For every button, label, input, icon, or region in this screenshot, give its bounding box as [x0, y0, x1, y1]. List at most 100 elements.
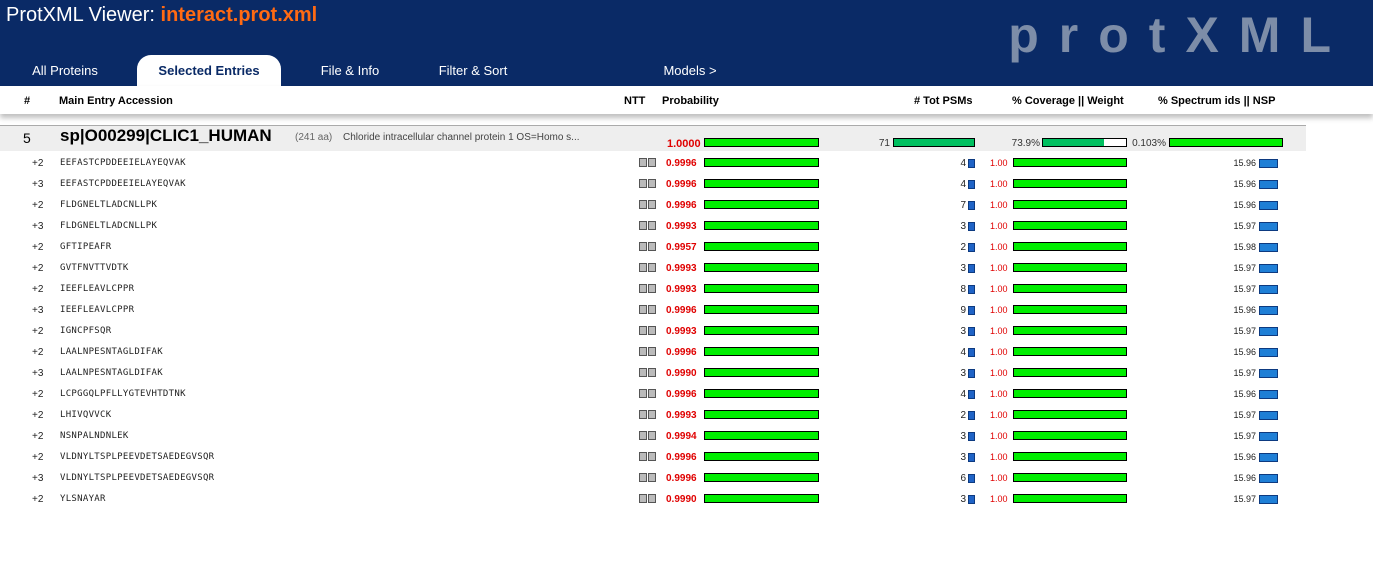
peptide-probability-fill — [705, 411, 818, 418]
peptide-row[interactable]: +2 IGNCPFSQR 0.9993 3 1.00 15.97 — [0, 322, 1306, 343]
peptide-psm-count: 9 — [960, 305, 966, 316]
peptide-sequence[interactable]: NSNPALNDNLEK — [60, 431, 129, 441]
protein-row[interactable]: 5 sp|O00299|CLIC1_HUMAN (241 aa) Chlorid… — [0, 125, 1306, 151]
protein-coverage: 73.9% — [1011, 138, 1040, 149]
peptide-nsp-bar — [1259, 390, 1278, 399]
peptide-row[interactable]: +3 EEFASTCPDDEEIELAYEQVAK 0.9996 4 1.00 15.96 — [0, 175, 1306, 196]
peptide-nsp: 15.96 — [1233, 473, 1256, 483]
ntt-indicator-icon — [639, 452, 657, 461]
tab-filter-sort[interactable]: Filter & Sort — [425, 55, 521, 86]
ntt-indicator-icon — [639, 410, 657, 419]
tab-all-proteins[interactable]: All Proteins — [15, 55, 115, 86]
peptide-sequence[interactable]: LHIVQVVCK — [60, 410, 111, 420]
peptide-psm-bar — [968, 432, 975, 441]
peptide-row[interactable]: +2 NSNPALNDNLEK 0.9994 3 1.00 15.97 — [0, 427, 1306, 448]
ntt-indicator-icon — [639, 326, 657, 335]
peptide-weight: 1.00 — [990, 389, 1008, 399]
protein-tot-psms: 71 — [878, 138, 890, 149]
peptide-weight-bar — [1013, 452, 1127, 461]
peptide-nsp-bar — [1259, 201, 1278, 210]
peptide-nsp-bar — [1259, 327, 1278, 336]
peptide-row[interactable]: +2 GVTFNVTTVDTK 0.9993 3 1.00 15.97 — [0, 259, 1306, 280]
col-spectrum-ids[interactable]: % Spectrum ids || NSP — [1158, 95, 1275, 107]
peptide-weight-bar — [1013, 158, 1127, 167]
peptide-sequence[interactable]: IEEFLEAVLCPPR — [60, 284, 134, 294]
peptide-sequence[interactable]: VLDNYLTSPLPEEVDETSAEDEGVSQR — [60, 473, 214, 483]
peptide-sequence[interactable]: IEEFLEAVLCPPR — [60, 305, 134, 315]
tab-selected-entries[interactable]: Selected Entries — [137, 55, 281, 86]
peptide-weight: 1.00 — [990, 431, 1008, 441]
protein-coverage-fill — [1043, 139, 1105, 146]
peptide-sequence[interactable]: LAALNPESNTAGLDIFAK — [60, 347, 163, 357]
protein-accession[interactable]: sp|O00299|CLIC1_HUMAN — [60, 126, 272, 146]
tab-file-info[interactable]: File & Info — [305, 55, 395, 86]
peptide-probability: 0.9996 — [666, 452, 697, 463]
peptide-row[interactable]: +2 GFTIPEAFR 0.9957 2 1.00 15.98 — [0, 238, 1306, 259]
peptide-row[interactable]: +2 FLDGNELTLADCNLLPK 0.9996 7 1.00 15.96 — [0, 196, 1306, 217]
peptide-sequence[interactable]: FLDGNELTLADCNLLPK — [60, 200, 157, 210]
peptide-sequence[interactable]: LAALNPESNTAGLDIFAK — [60, 368, 163, 378]
peptide-row[interactable]: +3 LAALNPESNTAGLDIFAK 0.9990 3 1.00 15.97 — [0, 364, 1306, 385]
peptide-psm-count: 3 — [960, 263, 966, 274]
peptide-row[interactable]: +3 VLDNYLTSPLPEEVDETSAEDEGVSQR 0.9996 6 1.00… — [0, 469, 1306, 490]
peptide-sequence[interactable]: IGNCPFSQR — [60, 326, 111, 336]
peptide-row[interactable]: +3 FLDGNELTLADCNLLPK 0.9993 3 1.00 15.97 — [0, 217, 1306, 238]
protein-probability-fill — [705, 139, 818, 146]
peptide-nsp-bar — [1259, 243, 1278, 252]
peptide-sequence[interactable]: FLDGNELTLADCNLLPK — [60, 221, 157, 231]
peptide-probability-bar — [704, 347, 819, 356]
peptide-sequence[interactable]: EEFASTCPDDEEIELAYEQVAK — [60, 179, 186, 189]
peptide-nsp: 15.96 — [1233, 179, 1256, 189]
ntt-indicator-icon — [639, 368, 657, 377]
peptide-sequence[interactable]: VLDNYLTSPLPEEVDETSAEDEGVSQR — [60, 452, 214, 462]
peptide-probability-bar — [704, 305, 819, 314]
peptide-row[interactable]: +2 YLSNAYAR 0.9990 3 1.00 15.97 — [0, 490, 1306, 511]
peptide-probability-fill — [705, 474, 818, 481]
peptide-sequence[interactable]: LCPGGQLPFLLYGTEVHTDTNK — [60, 389, 186, 399]
peptide-sequence[interactable]: YLSNAYAR — [60, 494, 106, 504]
col-ntt[interactable]: NTT — [624, 95, 645, 107]
protein-probability-bar — [704, 138, 819, 147]
col-tot-psms[interactable]: # Tot PSMs — [914, 95, 972, 107]
col-probability[interactable]: Probability — [662, 95, 719, 107]
peptide-row[interactable]: +2 IEEFLEAVLCPPR 0.9993 8 1.00 15.97 — [0, 280, 1306, 301]
peptide-weight-fill — [1014, 348, 1126, 355]
protein-probability: 1.0000 — [667, 138, 701, 150]
peptide-psm-bar — [968, 390, 975, 399]
peptide-weight-fill — [1014, 390, 1126, 397]
peptide-sequence[interactable]: GVTFNVTTVDTK — [60, 263, 129, 273]
peptide-row[interactable]: +2 LCPGGQLPFLLYGTEVHTDTNK 0.9996 4 1.00 15.96 — [0, 385, 1306, 406]
peptide-sequence[interactable]: EEFASTCPDDEEIELAYEQVAK — [60, 158, 186, 168]
peptide-row[interactable]: +2 VLDNYLTSPLPEEVDETSAEDEGVSQR 0.9996 3 1.00… — [0, 448, 1306, 469]
peptide-probability: 0.9993 — [666, 284, 697, 295]
peptide-probability-bar — [704, 158, 819, 167]
peptide-charge: +3 — [32, 473, 44, 484]
tab-models[interactable]: Models > — [650, 55, 730, 86]
col-coverage[interactable]: % Coverage || Weight — [1012, 95, 1124, 107]
peptide-weight: 1.00 — [990, 284, 1008, 294]
peptide-sequence[interactable]: GFTIPEAFR — [60, 242, 111, 252]
peptide-row[interactable]: +3 IEEFLEAVLCPPR 0.9996 9 1.00 15.96 — [0, 301, 1306, 322]
peptide-probability: 0.9994 — [666, 431, 697, 442]
peptide-weight-fill — [1014, 369, 1126, 376]
peptide-probability: 0.9957 — [666, 242, 697, 253]
peptide-row[interactable]: +2 LHIVQVVCK 0.9993 2 1.00 15.97 — [0, 406, 1306, 427]
peptide-row[interactable]: +2 EEFASTCPDDEEIELAYEQVAK 0.9996 4 1.00 15.96 — [0, 154, 1306, 175]
peptide-weight-bar — [1013, 410, 1127, 419]
peptide-weight: 1.00 — [990, 221, 1008, 231]
peptide-row[interactable]: +2 LAALNPESNTAGLDIFAK 0.9996 4 1.00 15.96 — [0, 343, 1306, 364]
ntt-indicator-icon — [639, 158, 657, 167]
peptide-psm-bar — [968, 201, 975, 210]
peptide-psm-bar — [968, 495, 975, 504]
peptide-charge: +2 — [32, 326, 44, 337]
app-title: ProtXML Viewer: interact.prot.xml — [6, 4, 317, 27]
peptide-weight: 1.00 — [990, 242, 1008, 252]
col-index[interactable]: # — [24, 95, 30, 107]
peptide-nsp-bar — [1259, 306, 1278, 315]
peptide-probability-fill — [705, 264, 818, 271]
peptide-probability-bar — [704, 368, 819, 377]
peptide-weight: 1.00 — [990, 326, 1008, 336]
peptide-weight-fill — [1014, 453, 1126, 460]
peptide-weight-bar — [1013, 473, 1127, 482]
col-accession[interactable]: Main Entry Accession — [59, 95, 173, 107]
